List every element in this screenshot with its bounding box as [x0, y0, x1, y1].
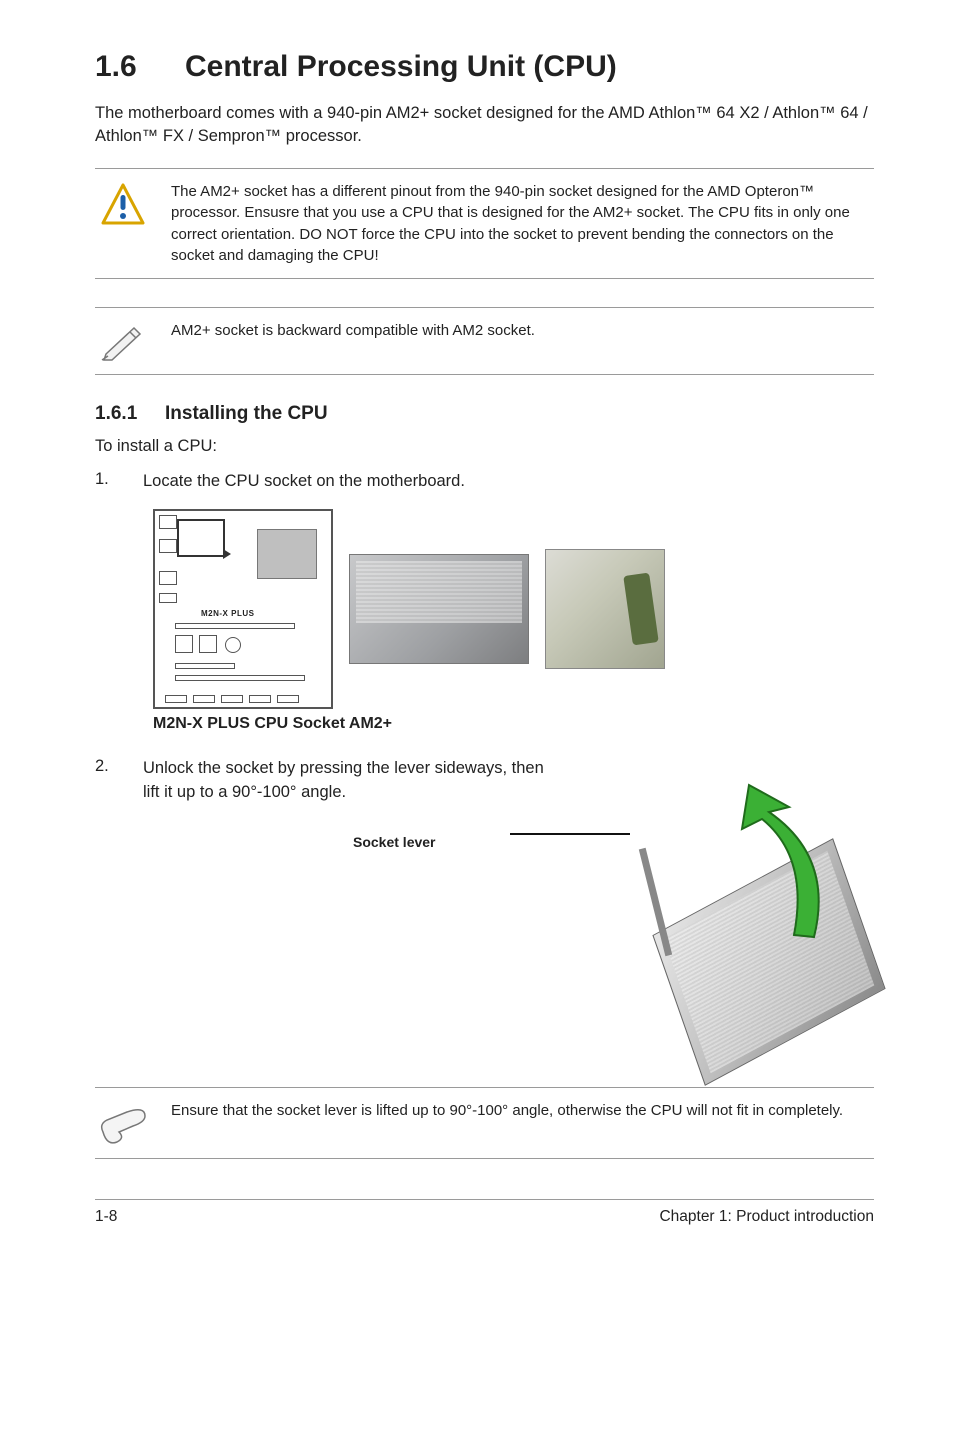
subsection-title-text: Installing the CPU [165, 403, 328, 424]
subsection-number: 1.6.1 [95, 403, 165, 425]
note-text: AM2+ socket is backward compatible with … [171, 320, 874, 362]
step-1: 1. Locate the CPU socket on the motherbo… [95, 470, 874, 493]
warning-callout: The AM2+ socket has a different pinout f… [95, 168, 874, 279]
subsection-heading: 1.6.1Installing the CPU [95, 403, 874, 425]
install-lead: To install a CPU: [95, 437, 874, 456]
diagram-row: M2N-X PLUS [153, 509, 874, 709]
hand-point-icon [95, 1100, 151, 1146]
note-callout: AM2+ socket is backward compatible with … [95, 307, 874, 375]
step-2-number: 2. [95, 757, 115, 803]
intro-paragraph: The motherboard comes with a 940-pin AM2… [95, 102, 874, 148]
section-heading: 1.6Central Processing Unit (CPU) [95, 50, 874, 84]
section-number: 1.6 [95, 50, 185, 84]
board-model-label: M2N-X PLUS [201, 609, 254, 618]
warning-icon [95, 181, 151, 266]
step-2-text: Unlock the socket by pressing the lever … [143, 757, 564, 803]
step-1-number: 1. [95, 470, 115, 493]
hand-text: Ensure that the socket lever is lifted u… [171, 1100, 874, 1146]
footer-chapter: Chapter 1: Product introduction [659, 1208, 874, 1226]
diagram-caption: M2N-X PLUS CPU Socket AM2+ [153, 715, 874, 733]
green-arrow-icon [694, 777, 844, 947]
pencil-note-icon [95, 320, 151, 362]
motherboard-diagram: M2N-X PLUS [153, 509, 333, 709]
step-2: 2. Unlock the socket by pressing the lev… [95, 757, 564, 803]
footer-page-number: 1-8 [95, 1208, 117, 1226]
cpu-socket-photo [349, 554, 529, 664]
step-1-text: Locate the CPU socket on the motherboard… [143, 470, 874, 493]
hand-callout: Ensure that the socket lever is lifted u… [95, 1087, 874, 1159]
page-footer: 1-8 Chapter 1: Product introduction [95, 1199, 874, 1226]
warning-text: The AM2+ socket has a different pinout f… [171, 181, 874, 266]
socket-lever-illustration [574, 757, 874, 1057]
cpu-chip-photo [545, 549, 665, 669]
socket-lever-label: Socket lever [353, 834, 436, 850]
section-title-text: Central Processing Unit (CPU) [185, 50, 617, 83]
